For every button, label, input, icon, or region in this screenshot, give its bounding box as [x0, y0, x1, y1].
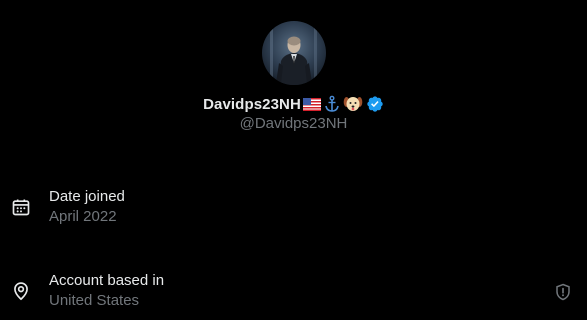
dog-face-emoji: [343, 95, 363, 113]
name-row: Davidps23NH: [203, 94, 384, 114]
location-pin-icon: [11, 281, 31, 301]
account-based-row: Account based in United States: [0, 271, 587, 315]
date-joined-label: Date joined: [49, 188, 125, 205]
display-name: Davidps23NH: [203, 95, 301, 113]
user-handle: @Davidps23NH: [239, 115, 348, 132]
verified-badge-icon[interactable]: [366, 95, 384, 113]
profile-header: Davidps23NH @Davidps23NH: [0, 21, 587, 132]
account-based-value: United States: [49, 292, 140, 309]
avatar[interactable]: [261, 21, 326, 85]
date-joined-text: Date joined April 2022: [49, 187, 125, 227]
account-based-text: Account based in United States: [49, 271, 164, 311]
date-joined-row: Date joined April 2022: [0, 187, 587, 231]
date-joined-value: April 2022: [49, 208, 117, 225]
shield-alert-icon[interactable]: [554, 283, 572, 301]
account-based-label: Account based in: [49, 272, 165, 289]
calendar-icon: [11, 197, 31, 217]
us-flag-emoji: [302, 97, 321, 111]
anchor-emoji: [323, 95, 341, 113]
avatar-photo: [261, 21, 326, 85]
